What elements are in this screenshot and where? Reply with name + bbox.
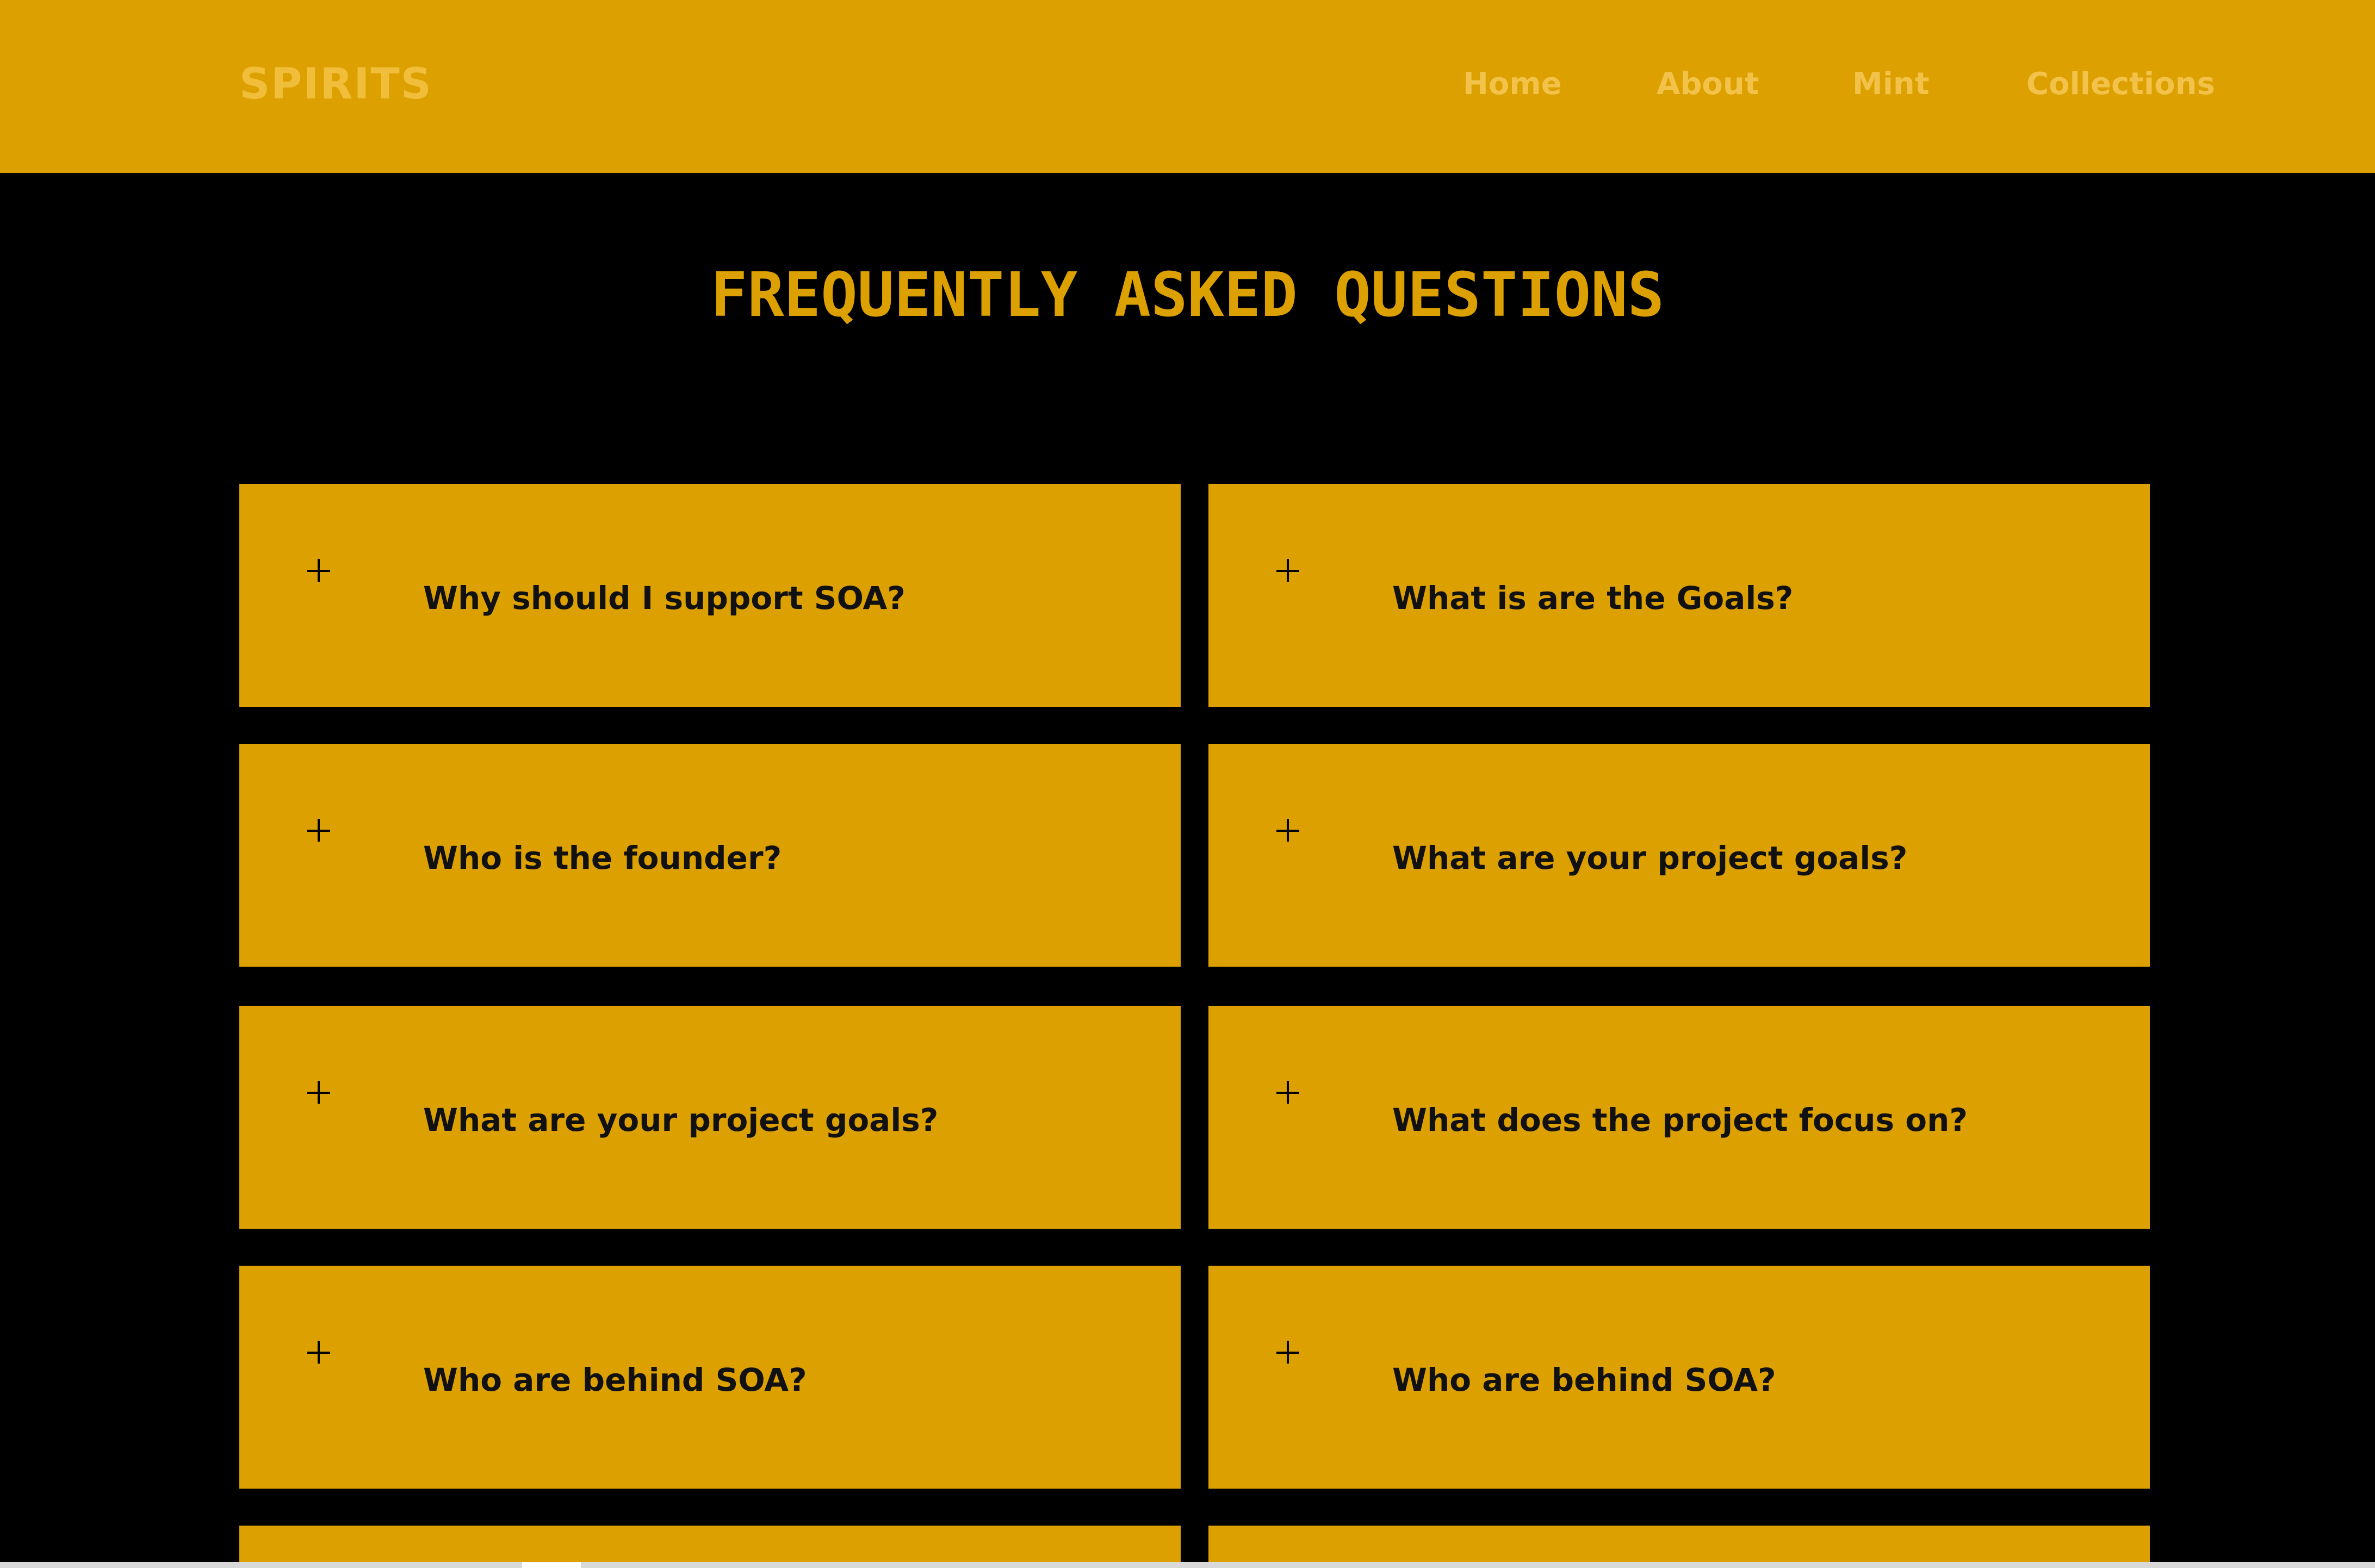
nav-link-about[interactable]: About <box>1657 60 1759 109</box>
faq-question: What are your project goals? <box>423 1102 939 1138</box>
nav-link-mint[interactable]: Mint <box>1852 60 1930 109</box>
faq-question: What are your project goals? <box>1392 839 1908 876</box>
faq-question: What does the project focus on? <box>1392 1102 1968 1138</box>
nav-link-home[interactable]: Home <box>1463 60 1562 109</box>
faq-question: What is are the Goals? <box>1392 580 1794 617</box>
plus-icon[interactable] <box>1276 559 1299 582</box>
faq-item[interactable]: Who is the founder? <box>239 744 1181 967</box>
faq-item[interactable]: Who are behind SOA? <box>239 1266 1181 1489</box>
faq-question: Who is the founder? <box>423 839 782 876</box>
faq-title: FREQUENTLY ASKED QUESTIONS <box>710 260 1665 331</box>
navbar: SPIRITS Home About Mint Collections <box>0 0 2375 173</box>
plus-icon[interactable] <box>307 819 330 842</box>
faq-item[interactable]: What is are the Goals? <box>1208 484 2150 707</box>
plus-icon[interactable] <box>307 559 330 582</box>
site-logo[interactable]: SPIRITS <box>239 54 432 114</box>
faq-question: Who are behind SOA? <box>423 1361 807 1398</box>
faq-item[interactable]: What are your project goals? <box>239 1006 1181 1229</box>
plus-icon[interactable] <box>307 1081 330 1104</box>
plus-icon[interactable] <box>1276 819 1299 842</box>
faq-item[interactable]: Who are behind SOA? <box>1208 1266 2150 1489</box>
faq-item[interactable]: What does the project focus on? <box>1208 1006 2150 1229</box>
faq-question: Why should I support SOA? <box>423 580 906 617</box>
plus-icon[interactable] <box>1276 1341 1299 1364</box>
faq-item[interactable]: What are your project goals? <box>1208 744 2150 967</box>
scrollbar-thumb[interactable] <box>522 1562 581 1568</box>
faq-item[interactable]: Why should I support SOA? <box>239 484 1181 707</box>
faq-question: Who are behind SOA? <box>1392 1361 1776 1398</box>
nav-link-collections[interactable]: Collections <box>2026 60 2215 109</box>
plus-icon[interactable] <box>307 1341 330 1364</box>
horizontal-scrollbar[interactable] <box>0 1562 2375 1568</box>
plus-icon[interactable] <box>1276 1081 1299 1104</box>
